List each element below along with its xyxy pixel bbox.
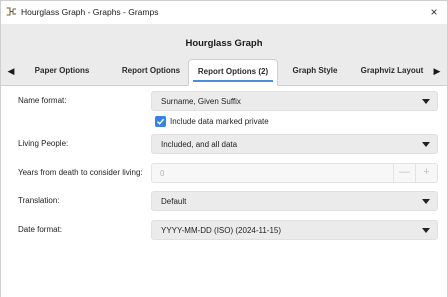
tab-scroll-left-icon[interactable]: ◀ bbox=[4, 62, 18, 80]
dialog-title: Hourglass Graph bbox=[185, 38, 263, 49]
title-bar[interactable]: Hourglass Graph - Graphs - Gramps × bbox=[1, 1, 447, 24]
years-from-death-spinner[interactable]: 0 — + bbox=[151, 163, 438, 183]
living-people-label: Living People: bbox=[18, 139, 69, 148]
years-from-death-value: 0 bbox=[160, 169, 165, 178]
checkmark-icon bbox=[156, 118, 165, 125]
dialog-header: Hourglass Graph bbox=[1, 24, 447, 56]
date-format-label: Date format: bbox=[18, 225, 63, 234]
tab-graphviz-layout[interactable]: Graphviz Layout bbox=[351, 59, 433, 85]
translation-label: Translation: bbox=[18, 196, 60, 205]
name-format-label: Name format: bbox=[18, 96, 67, 105]
living-people-select[interactable]: Included, and all data bbox=[151, 134, 438, 154]
window-title: Hourglass Graph - Graphs - Gramps bbox=[21, 7, 159, 17]
years-from-death-label: Years from death to consider living: bbox=[18, 168, 143, 177]
name-format-select[interactable]: Surname, Given Suffix bbox=[151, 91, 438, 111]
dropdown-arrow-icon bbox=[422, 228, 430, 233]
tab-paper-options[interactable]: Paper Options bbox=[25, 59, 99, 85]
translation-value: Default bbox=[161, 197, 187, 206]
decrement-button[interactable]: — bbox=[393, 164, 415, 182]
date-format-select[interactable]: YYYY-MM-DD (ISO) (2024-11-15) bbox=[151, 220, 438, 240]
active-tab-indicator bbox=[193, 80, 273, 82]
include-private-checkbox[interactable] bbox=[155, 116, 166, 127]
dropdown-arrow-icon bbox=[422, 142, 430, 147]
living-people-value: Included, and all data bbox=[161, 140, 238, 149]
dropdown-arrow-icon bbox=[422, 99, 430, 104]
tab-graph-style[interactable]: Graph Style bbox=[285, 59, 345, 85]
gramps-tree-icon bbox=[6, 6, 17, 17]
tab-report-options-2[interactable]: Report Options (2) bbox=[188, 59, 278, 86]
translation-select[interactable]: Default bbox=[151, 191, 438, 211]
dropdown-arrow-icon bbox=[422, 199, 430, 204]
tab-bar: ◀ Paper Options Report Options Report Op… bbox=[1, 56, 447, 86]
date-format-value: YYYY-MM-DD (ISO) (2024-11-15) bbox=[161, 226, 282, 235]
tab-scroll-right-icon[interactable]: ▶ bbox=[430, 62, 444, 80]
name-format-value: Surname, Given Suffix bbox=[161, 97, 241, 106]
tab-report-options-2-label: Report Options (2) bbox=[197, 67, 269, 76]
dialog-window: Hourglass Graph - Graphs - Gramps × Hour… bbox=[0, 0, 448, 297]
increment-button[interactable]: + bbox=[415, 164, 437, 182]
close-button[interactable]: × bbox=[421, 1, 447, 24]
report-options-2-panel: Name format: Surname, Given Suffix Inclu… bbox=[1, 87, 447, 297]
include-private-label: Include data marked private bbox=[170, 117, 269, 126]
tab-report-options[interactable]: Report Options bbox=[109, 59, 193, 85]
